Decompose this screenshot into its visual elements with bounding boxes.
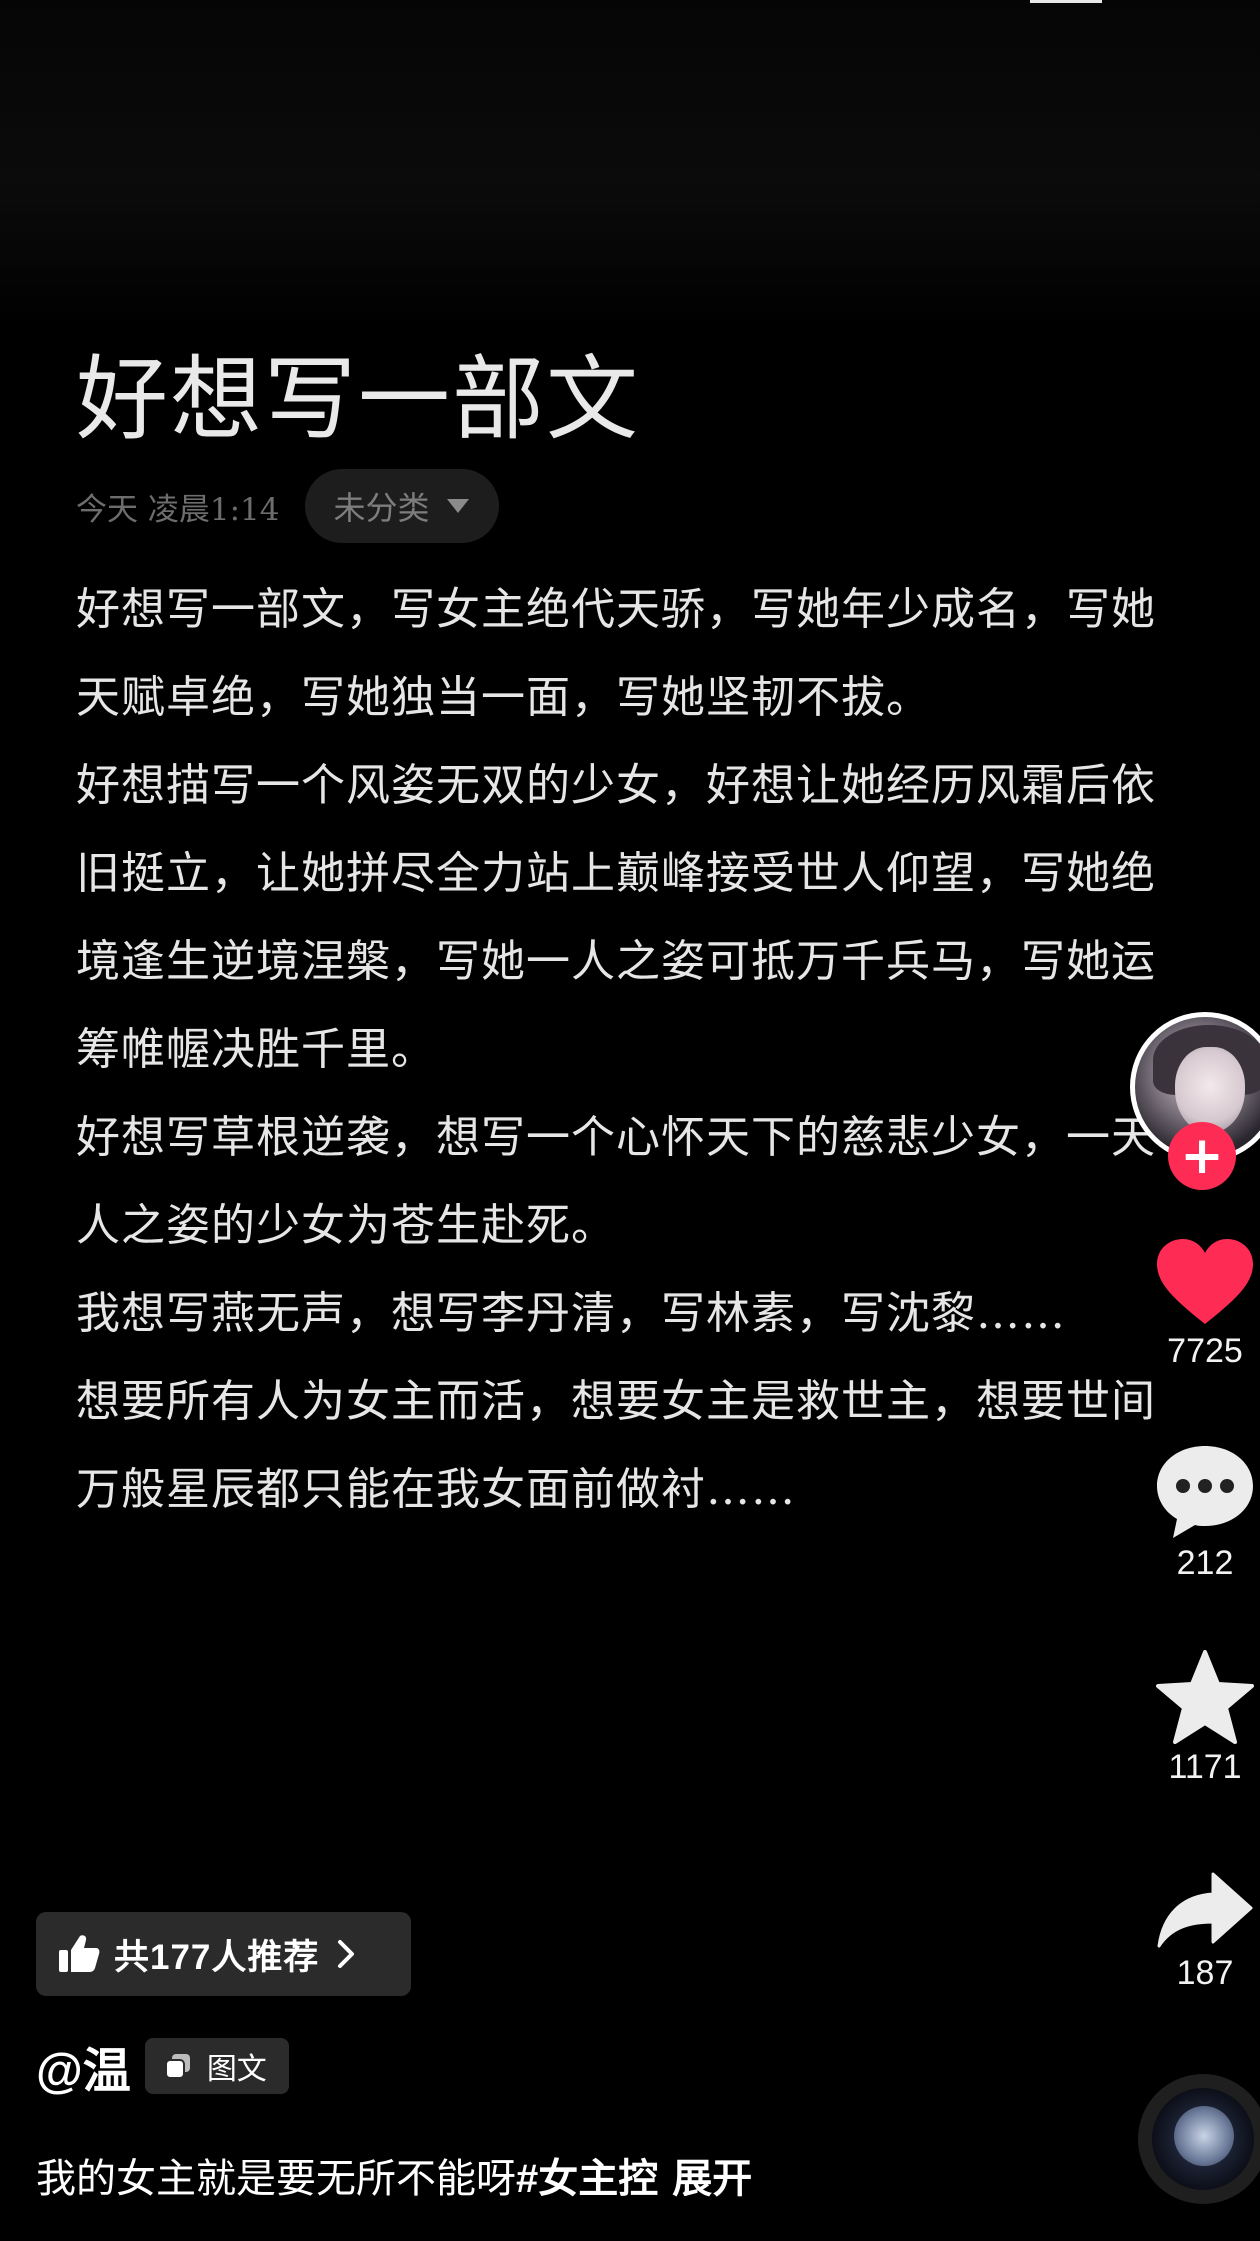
favorite-count: 1171: [1168, 1748, 1242, 1786]
note-paragraph: 好想描写一个风姿无双的少女，好想让她经历风霜后依旧挺立，让她拼尽全力站上巅峰接受…: [76, 760, 1156, 1075]
share-arrow-icon: [1157, 1872, 1253, 1948]
like-count: 7725: [1167, 1332, 1243, 1370]
caption-text: 我的女主就是要无所不能呀: [36, 2157, 516, 2201]
recommend-bar[interactable]: 共177人推荐: [36, 1912, 411, 1996]
heart-icon: [1157, 1239, 1253, 1324]
recommend-label: 共177人推荐: [114, 1937, 320, 1977]
note-paragraph: 我想写燕无声，想写李丹清，写林素，写沈黎……: [76, 1288, 1066, 1339]
thumbs-up-icon: [59, 1935, 100, 1972]
avatar-face: [1175, 1047, 1245, 1133]
author-name[interactable]: @温: [36, 2031, 131, 2101]
note-meta: 今天 凌晨1:14 未分类: [76, 468, 500, 544]
image-text-icon: [164, 2054, 190, 2079]
note-paragraph: 好想写草根逆袭，想写一个心怀天下的慈悲少女，一天人之姿的少女为苍生赴死。: [76, 1112, 1156, 1251]
caret-down-icon: [447, 499, 470, 513]
note-title: 好想写一部文: [76, 346, 641, 453]
star-icon: [1156, 1650, 1254, 1744]
status-indicator: [1030, 0, 1102, 3]
comment-button[interactable]: 212: [1140, 1444, 1260, 1583]
author-row: @温 图文: [36, 2036, 289, 2098]
plus-icon: +: [1180, 1126, 1224, 1186]
category-label: 未分类: [333, 489, 430, 527]
note-paragraph: 想要所有人为女主而活，想要女主是救世主，想要世间万般星辰都只能在我女面前做衬……: [76, 1376, 1156, 1515]
post-caption: 我的女主就是要无所不能呀#女主控 展开: [36, 2146, 752, 2202]
chevron-right-icon: [338, 1940, 355, 1968]
like-button[interactable]: 7725: [1140, 1238, 1260, 1371]
post-type-label: 图文: [206, 2053, 267, 2086]
note-date: 今天 凌晨1:14: [76, 491, 280, 528]
hashtag-link[interactable]: #女主控: [516, 2157, 658, 2201]
comment-bubble-icon: [1157, 1446, 1253, 1538]
music-cover: [1174, 2106, 1234, 2166]
note-body: 好想写一部文，写女主绝代天骄，写她年少成名，写她天赋卓绝，写她独当一面，写她坚韧…: [76, 566, 1196, 1534]
follow-button[interactable]: +: [1168, 1122, 1236, 1190]
comment-count: 212: [1176, 1544, 1234, 1582]
top-background: [0, 0, 1260, 330]
share-count: 187: [1176, 1954, 1234, 1992]
expand-button[interactable]: 展开: [672, 2157, 752, 2201]
category-dropdown[interactable]: 未分类: [305, 469, 500, 543]
share-button[interactable]: 187: [1140, 1870, 1260, 1993]
post-type-tag: 图文: [144, 2038, 289, 2094]
note-paragraph: 好想写一部文，写女主绝代天骄，写她年少成名，写她天赋卓绝，写她独当一面，写她坚韧…: [76, 584, 1156, 723]
favorite-button[interactable]: 1171: [1140, 1650, 1260, 1787]
music-disc[interactable]: [1138, 2074, 1260, 2204]
